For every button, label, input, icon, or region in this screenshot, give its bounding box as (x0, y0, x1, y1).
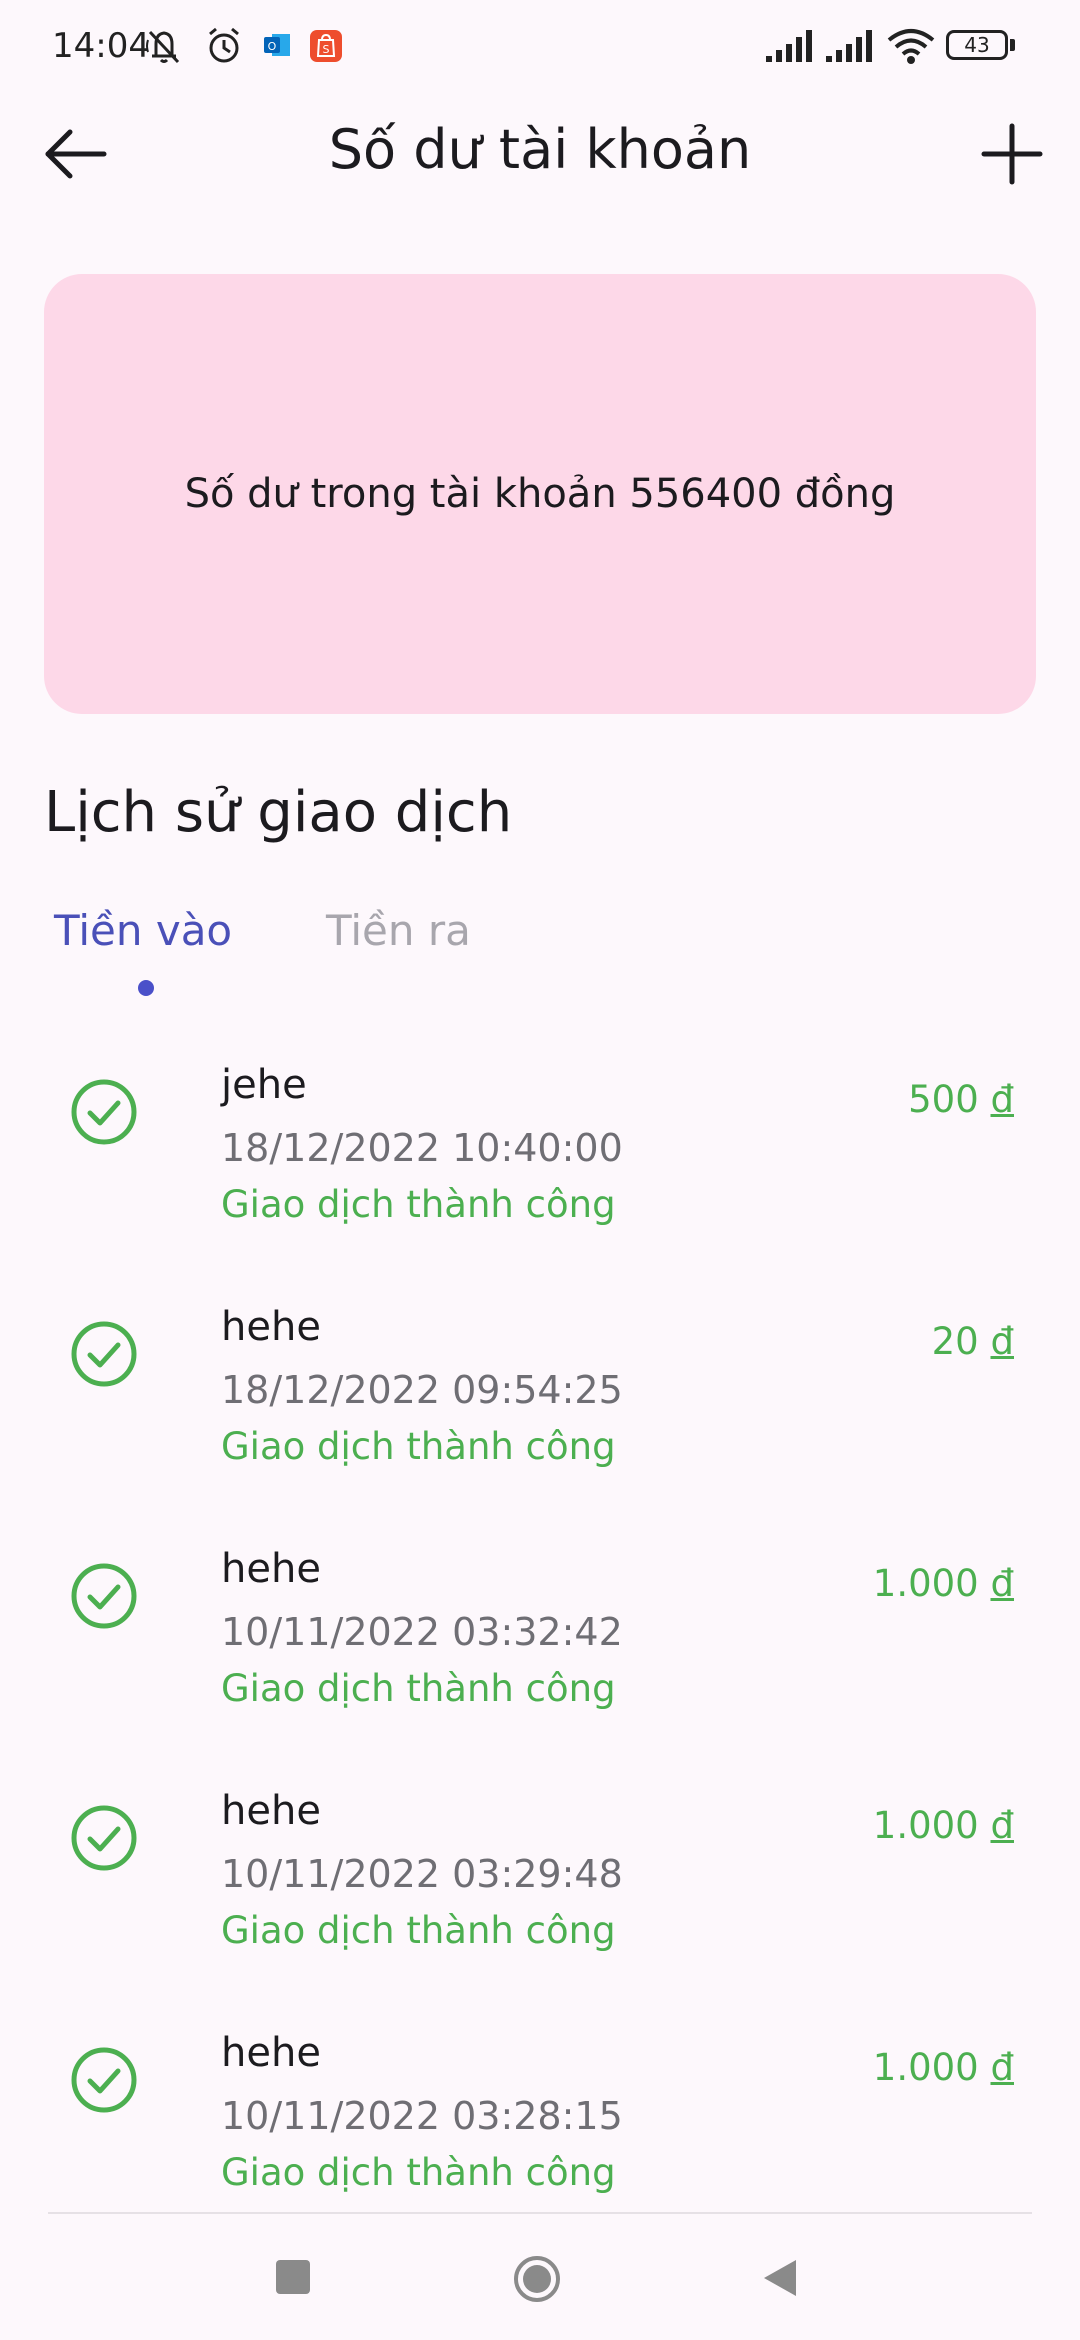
transaction-time: 10/11/2022 03:29:48 (221, 1852, 623, 1896)
status-bar: 14:04 O S 43 (0, 0, 1080, 96)
back-triangle-icon[interactable] (760, 2256, 800, 2300)
signal-icon (824, 26, 876, 70)
svg-text:S: S (323, 43, 330, 56)
transaction-name: jehe (221, 1062, 307, 1108)
transaction-status: Giao dịch thành công (221, 1183, 616, 1226)
currency-symbol: đ (990, 2046, 1015, 2089)
amount-value: 1.000 (872, 1804, 979, 1847)
check-circle-icon (70, 1320, 138, 1388)
amount-value: 1.000 (872, 1562, 979, 1605)
transaction-status: Giao dịch thành công (221, 1909, 616, 1952)
app-bar: Số dư tài khoản (0, 96, 1080, 208)
list-item[interactable]: hehe 18/12/2022 09:54:25 Giao dịch thành… (0, 1282, 1080, 1524)
shopee-icon: S (308, 28, 344, 68)
transaction-status: Giao dịch thành công (221, 1425, 616, 1468)
page-title: Số dư tài khoản (328, 118, 752, 181)
balance-text: Số dư trong tài khoản 556400 đồng (184, 471, 896, 517)
status-time: 14:04 (52, 26, 150, 66)
transaction-amount: 500 đ (908, 1078, 1014, 1121)
transaction-status: Giao dịch thành công (221, 1667, 616, 1710)
currency-symbol: đ (990, 1804, 1015, 1847)
amount-value: 1.000 (872, 2046, 979, 2089)
bell-muted-icon (142, 26, 186, 70)
transaction-amount: 1.000 đ (873, 1562, 1014, 1605)
transaction-status: Giao dịch thành công (221, 2151, 616, 2194)
check-circle-icon (70, 2046, 138, 2114)
list-item[interactable]: jehe 18/12/2022 10:40:00 Giao dịch thành… (0, 1040, 1080, 1282)
currency-symbol: đ (990, 1078, 1015, 1121)
list-item[interactable]: hehe 10/11/2022 03:29:48 Giao dịch thành… (0, 1766, 1080, 2008)
list-item[interactable]: hehe 10/11/2022 03:32:42 Giao dịch thành… (0, 1524, 1080, 1766)
tab-indicator (138, 980, 154, 996)
tab-incoming[interactable]: Tiền vào (54, 906, 232, 955)
currency-symbol: đ (990, 1562, 1015, 1605)
check-circle-icon (70, 1562, 138, 1630)
svg-text:O: O (268, 40, 277, 53)
transaction-time: 18/12/2022 10:40:00 (221, 1126, 623, 1170)
transaction-name: hehe (221, 1304, 321, 1350)
battery-level: 43 (946, 30, 1008, 60)
transaction-name: hehe (221, 1788, 321, 1834)
transaction-name: hehe (221, 1546, 321, 1592)
add-button[interactable] (976, 118, 1048, 190)
outlook-icon: O (262, 30, 292, 64)
home-icon[interactable] (512, 2254, 562, 2304)
recents-icon[interactable] (276, 2260, 310, 2294)
balance-card: Số dư trong tài khoản 556400 đồng (44, 274, 1036, 714)
transaction-amount: 1.000 đ (873, 2046, 1014, 2089)
amount-value: 500 (908, 1078, 979, 1121)
transaction-time: 10/11/2022 03:32:42 (221, 1610, 623, 1654)
tab-outgoing[interactable]: Tiền ra (326, 906, 471, 955)
transaction-amount: 1.000 đ (873, 1804, 1014, 1847)
check-circle-icon (70, 1078, 138, 1146)
currency-symbol: đ (990, 1320, 1015, 1363)
transaction-time: 18/12/2022 09:54:25 (221, 1368, 623, 1412)
history-title: Lịch sử giao dịch (44, 780, 513, 845)
check-circle-icon (70, 1804, 138, 1872)
alarm-icon (204, 26, 244, 70)
system-nav-bar (0, 2214, 1080, 2340)
signal-icon (764, 26, 816, 70)
plus-icon (981, 123, 1043, 185)
transaction-name: hehe (221, 2030, 321, 2076)
wifi-icon (886, 26, 936, 70)
transaction-time: 10/11/2022 03:28:15 (221, 2094, 623, 2138)
transaction-amount: 20 đ (932, 1320, 1014, 1363)
amount-value: 20 (931, 1320, 979, 1363)
